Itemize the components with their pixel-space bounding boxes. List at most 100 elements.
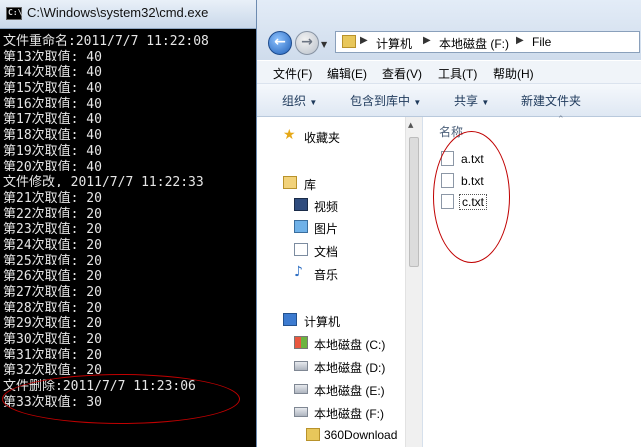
scroll-up-icon[interactable]: ▲: [408, 121, 413, 129]
breadcrumb-separator-icon[interactable]: ▶: [423, 35, 431, 46]
file-item-c[interactable]: c.txt: [439, 192, 639, 212]
file-name: c.txt: [459, 194, 488, 210]
include-in-library-button[interactable]: 包含到库中 ▼: [350, 92, 421, 109]
nav-item-drive-e[interactable]: 本地磁盘 (E:): [257, 379, 405, 399]
cmd-line: 第22次取值: 20: [3, 206, 102, 219]
command-bar: 组织 ▼ 包含到库中 ▼ 共享 ▼ 新建文件夹: [257, 84, 641, 117]
picture-icon: [294, 220, 308, 233]
nav-item-label: 本地磁盘 (C:): [314, 338, 386, 352]
nav-item-drive-c[interactable]: 本地磁盘 (C:): [257, 333, 405, 353]
drive-icon: [294, 361, 308, 371]
nav-item-label: 本地磁盘 (E:): [314, 384, 385, 398]
organize-label: 组织: [282, 94, 307, 108]
cmd-line: 文件重命名:2011/7/7 11:22:08: [3, 34, 209, 46]
nav-item-label: 360Download: [324, 428, 398, 442]
file-item-a[interactable]: a.txt: [439, 149, 639, 169]
computer-icon: [283, 313, 297, 326]
file-item-b[interactable]: b.txt: [439, 171, 639, 191]
breadcrumb-separator-icon[interactable]: ▶: [360, 35, 368, 46]
cmd-window: C:\ C:\Windows\system32\cmd.exe 文件重命名:20…: [0, 0, 256, 447]
nav-item-pictures[interactable]: 图片: [257, 217, 405, 237]
cmd-line: 第30次取值: 20: [3, 332, 102, 344]
chevron-down-icon: ▼: [413, 98, 422, 107]
menu-view[interactable]: 查看(V): [382, 65, 422, 82]
cmd-line: 第32次取值: 20: [3, 363, 102, 376]
document-icon: [294, 243, 308, 256]
text-file-icon: [441, 151, 454, 166]
sort-caret-icon: ⌃: [557, 115, 565, 125]
cmd-window-title: C:\Windows\system32\cmd.exe: [27, 5, 209, 20]
video-icon: [294, 198, 308, 211]
share-button[interactable]: 共享 ▼: [454, 92, 489, 109]
back-button[interactable]: ←: [268, 31, 292, 55]
menu-edit[interactable]: 编辑(E): [327, 65, 367, 82]
breadcrumb-drive-f[interactable]: 本地磁盘 (F:): [439, 35, 509, 52]
folder-icon: [342, 35, 356, 48]
text-file-icon: [441, 173, 454, 188]
menu-file[interactable]: 文件(F): [273, 65, 312, 82]
cmd-line: 第21次取值: 20: [3, 190, 102, 203]
nav-item-label: 音乐: [314, 268, 339, 282]
nav-item-libraries[interactable]: 库: [257, 173, 405, 193]
breadcrumb-computer[interactable]: 计算机: [376, 35, 412, 52]
cmd-line: 第15次取值: 40: [3, 81, 102, 93]
cmd-line: 文件修改, 2011/7/7 11:22:33: [3, 175, 204, 187]
nav-item-computer[interactable]: 计算机: [257, 310, 405, 330]
cmd-line: 第27次取值: 20: [3, 285, 102, 297]
cmd-line: 第26次取值: 20: [3, 269, 102, 281]
nav-item-label: 收藏夹: [304, 131, 341, 145]
cmd-line: 第17次取值: 40: [3, 112, 102, 125]
back-arrow-icon: ←: [274, 34, 286, 50]
cmd-line: 第24次取值: 20: [3, 237, 102, 250]
nav-item-label: 计算机: [304, 315, 341, 329]
include-in-library-label: 包含到库中: [350, 94, 411, 108]
chevron-down-icon: ▼: [309, 98, 318, 107]
menu-tools[interactable]: 工具(T): [438, 65, 477, 82]
cmd-title-bar[interactable]: C:\ C:\Windows\system32\cmd.exe: [0, 0, 256, 29]
new-folder-button[interactable]: 新建文件夹: [521, 92, 581, 109]
scrollbar-thumb[interactable]: [409, 137, 419, 267]
star-icon: ★: [283, 127, 296, 143]
address-bar[interactable]: ▶ 计算机 ▶ 本地磁盘 (F:) ▶ File: [335, 31, 640, 53]
nav-item-label: 库: [304, 178, 317, 192]
nav-item-drive-f[interactable]: 本地磁盘 (F:): [257, 402, 405, 422]
cmd-line: 第23次取值: 20: [3, 222, 102, 234]
nav-item-label: 文档: [314, 245, 339, 259]
file-name: a.txt: [461, 152, 484, 166]
nav-item-360download[interactable]: 360Download: [257, 425, 405, 445]
menu-bar: 文件(F) 编辑(E) 查看(V) 工具(T) 帮助(H): [257, 61, 641, 84]
address-toolbar: ← → ▼ ▶ 计算机 ▶ 本地磁盘 (F:) ▶ File: [257, 0, 641, 60]
nav-item-videos[interactable]: 视频: [257, 195, 405, 215]
column-header-name[interactable]: 名称: [439, 123, 463, 140]
forward-button[interactable]: →: [295, 31, 319, 55]
nav-item-label: 本地磁盘 (D:): [314, 361, 386, 375]
nav-scrollbar[interactable]: ▲: [405, 117, 422, 447]
file-name: b.txt: [461, 174, 484, 188]
history-dropdown-icon[interactable]: ▼: [321, 40, 327, 49]
system-drive-icon: [294, 336, 308, 349]
breadcrumb-separator-icon[interactable]: ▶: [516, 35, 524, 46]
nav-item-drive-d[interactable]: 本地磁盘 (D:): [257, 356, 405, 376]
file-list: 名称 ⌃ a.txt b.txt c.txt: [423, 115, 641, 447]
cmd-app-icon: C:\: [6, 7, 22, 20]
nav-item-documents[interactable]: 文档: [257, 240, 405, 260]
cmd-line: 第28次取值: 20: [3, 300, 102, 313]
organize-button[interactable]: 组织 ▼: [282, 92, 317, 109]
nav-item-label: 视频: [314, 200, 339, 214]
chevron-down-icon: ▼: [481, 98, 490, 107]
nav-item-favorites[interactable]: ★ 收藏夹: [257, 126, 405, 146]
explorer-window: ← → ▼ ▶ 计算机 ▶ 本地磁盘 (F:) ▶ File 文件(F) 编辑(…: [256, 0, 641, 447]
share-label: 共享: [454, 94, 479, 108]
navigation-pane: ★ 收藏夹 库 视频 图片 文档 ♪ 音乐 计算机 本地磁盘 (C:) 本地磁盘…: [257, 117, 423, 447]
cmd-line: 第14次取值: 40: [3, 65, 102, 78]
cmd-line: 第33次取值: 30: [3, 394, 102, 407]
menu-help[interactable]: 帮助(H): [493, 65, 534, 82]
nav-item-label: 本地磁盘 (F:): [314, 407, 384, 421]
cmd-line: 文件删除:2011/7/7 11:23:06: [3, 379, 196, 391]
nav-item-music[interactable]: ♪ 音乐: [257, 263, 405, 283]
breadcrumb-file[interactable]: File: [532, 35, 551, 49]
nav-item-label: 图片: [314, 222, 339, 236]
cmd-line: 第13次取值: 40: [3, 49, 102, 62]
folder-icon: [306, 428, 320, 441]
text-file-icon: [441, 194, 454, 209]
